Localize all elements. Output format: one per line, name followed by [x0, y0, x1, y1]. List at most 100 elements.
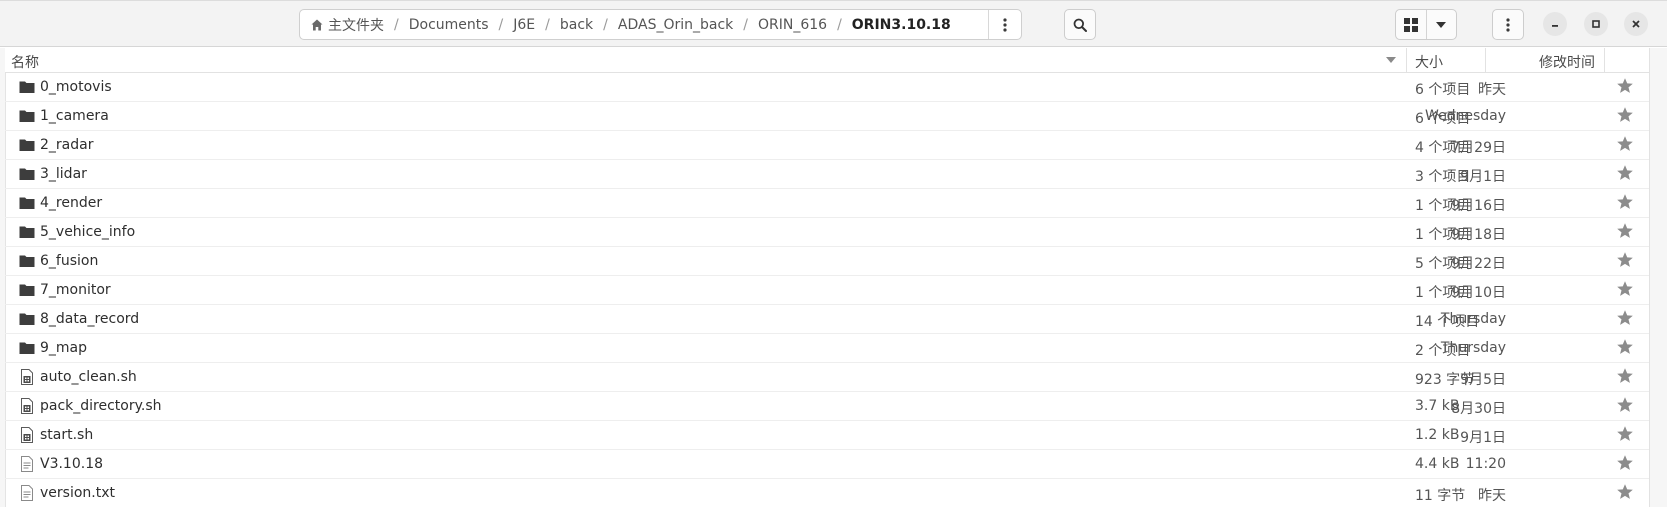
folder-icon — [19, 313, 35, 325]
file-modified: 昨天 — [1478, 488, 1506, 504]
breadcrumb-back[interactable]: back — [552, 17, 601, 33]
header-bar: 主文件夹 / Documents / J6E / back / ADAS_Ori… — [0, 0, 1667, 47]
breadcrumb-separator: / — [743, 16, 748, 33]
star-icon[interactable] — [1616, 135, 1634, 153]
file-row[interactable]: 3_lidar 3 个项目 9月1日 — [5, 160, 1649, 189]
maximize-icon — [1592, 20, 1600, 28]
folder-icon — [19, 255, 35, 267]
file-size: 6 个项目 — [1415, 82, 1471, 98]
file-modified: 11:20 — [1465, 456, 1506, 472]
vertical-dots-icon — [1003, 17, 1007, 32]
file-modified: 7月29日 — [1451, 140, 1506, 156]
star-icon[interactable] — [1616, 425, 1634, 443]
column-header: 名称 大小 修改时间 — [5, 48, 1649, 73]
breadcrumb-orin-616[interactable]: ORIN_616 — [750, 17, 835, 33]
home-icon[interactable] — [311, 19, 323, 31]
file-manager-window: 主文件夹 / Documents / J6E / back / ADAS_Ori… — [0, 0, 1667, 507]
minimize-button[interactable] — [1543, 12, 1567, 36]
file-size: 1.2 kB — [1415, 427, 1460, 443]
star-icon[interactable] — [1616, 338, 1634, 356]
file-list: 0_motovis 6 个项目 昨天 1_camera 6 个项目 Wednesday 2_… — [5, 73, 1649, 507]
star-icon[interactable] — [1616, 367, 1634, 385]
file-modified: 9月1日 — [1460, 169, 1506, 185]
column-modified[interactable]: 修改时间 — [1539, 52, 1595, 72]
star-icon[interactable] — [1616, 251, 1634, 269]
star-icon[interactable] — [1616, 164, 1634, 182]
star-icon[interactable] — [1616, 106, 1634, 124]
file-modified: 9月18日 — [1451, 227, 1506, 243]
path-bar: 主文件夹 / Documents / J6E / back / ADAS_Ori… — [299, 9, 1022, 40]
search-icon — [1073, 18, 1087, 32]
breadcrumb-separator: / — [837, 16, 842, 33]
star-icon[interactable] — [1616, 309, 1634, 327]
file-name: version.txt — [40, 485, 115, 501]
file-size: 4.4 kB — [1415, 456, 1460, 472]
file-modified: 9月5日 — [1460, 372, 1506, 388]
breadcrumb-documents[interactable]: Documents — [401, 17, 497, 33]
file-row[interactable]: pack_directory.sh 3.7 kB 8月30日 — [5, 392, 1649, 421]
breadcrumb-adas-orin-back[interactable]: ADAS_Orin_back — [610, 17, 741, 33]
file-row[interactable]: 1_camera 6 个项目 Wednesday — [5, 102, 1649, 131]
star-icon[interactable] — [1616, 280, 1634, 298]
script-file-icon — [21, 398, 33, 414]
view-options-button[interactable] — [1427, 10, 1456, 39]
file-row[interactable]: start.sh 1.2 kB 9月1日 — [5, 421, 1649, 450]
file-row[interactable]: 2_radar 4 个项目 7月29日 — [5, 131, 1649, 160]
vertical-dots-icon — [1506, 17, 1510, 32]
file-name: 7_monitor — [40, 282, 111, 298]
file-row[interactable]: 4_render 1 个项目 9月16日 — [5, 189, 1649, 218]
file-row[interactable]: 6_fusion 5 个项目 9月22日 — [5, 247, 1649, 276]
folder-icon — [19, 226, 35, 238]
grid-view-button[interactable] — [1396, 10, 1426, 39]
column-name[interactable]: 名称 — [11, 52, 39, 72]
star-icon[interactable] — [1616, 396, 1634, 414]
file-size: 11 字节 — [1415, 488, 1466, 504]
minimize-icon — [1552, 25, 1558, 27]
column-size[interactable]: 大小 — [1415, 52, 1443, 72]
column-divider — [1406, 48, 1407, 72]
star-icon[interactable] — [1616, 193, 1634, 211]
file-name: 9_map — [40, 340, 88, 356]
file-modified: 8月30日 — [1451, 401, 1506, 417]
file-name: 6_fusion — [40, 253, 99, 269]
file-row[interactable]: 7_monitor 1 个项目 9月10日 — [5, 276, 1649, 305]
file-name: 1_camera — [40, 108, 109, 124]
file-name: 2_radar — [40, 137, 94, 153]
close-icon — [1632, 20, 1640, 28]
folder-icon — [19, 168, 35, 180]
star-icon[interactable] — [1616, 222, 1634, 240]
grid-view-icon — [1404, 17, 1418, 32]
path-menu-button[interactable] — [988, 10, 1021, 39]
star-icon[interactable] — [1616, 454, 1634, 472]
star-icon[interactable] — [1616, 77, 1634, 95]
folder-icon — [19, 342, 35, 354]
maximize-button[interactable] — [1584, 12, 1608, 36]
breadcrumb-j6e[interactable]: J6E — [505, 17, 543, 33]
file-row[interactable]: 0_motovis 6 个项目 昨天 — [5, 73, 1649, 102]
sort-descending-icon[interactable] — [1386, 57, 1396, 63]
text-file-icon — [21, 456, 33, 472]
star-icon[interactable] — [1616, 483, 1634, 501]
folder-icon — [19, 197, 35, 209]
folder-icon — [19, 110, 35, 122]
file-row[interactable]: 8_data_record 14 个项目 Thursday — [5, 305, 1649, 334]
search-button[interactable] — [1064, 9, 1096, 40]
file-name: 3_lidar — [40, 166, 87, 182]
file-modified: 昨天 — [1478, 82, 1506, 98]
breadcrumb-home[interactable]: 主文件夹 — [328, 15, 392, 35]
file-row[interactable]: version.txt 11 字节 昨天 — [5, 479, 1649, 507]
script-file-icon — [21, 369, 33, 385]
file-name: V3.10.18 — [40, 456, 104, 472]
file-row[interactable]: 9_map 2 个项目 Thursday — [5, 334, 1649, 363]
file-modified: 9月10日 — [1451, 285, 1506, 301]
file-modified: Thursday — [1440, 311, 1506, 327]
main-menu-button[interactable] — [1492, 9, 1524, 40]
view-toggle-group — [1395, 9, 1457, 40]
breadcrumb-current[interactable]: ORIN3.10.18 — [844, 17, 959, 33]
file-row[interactable]: auto_clean.sh 923 字节 9月5日 — [5, 363, 1649, 392]
close-button[interactable] — [1624, 12, 1648, 36]
file-row[interactable]: V3.10.18 4.4 kB 11:20 — [5, 450, 1649, 479]
file-row[interactable]: 5_vehice_info 1 个项目 9月18日 — [5, 218, 1649, 247]
column-divider — [1485, 48, 1486, 72]
file-name: auto_clean.sh — [40, 369, 137, 385]
